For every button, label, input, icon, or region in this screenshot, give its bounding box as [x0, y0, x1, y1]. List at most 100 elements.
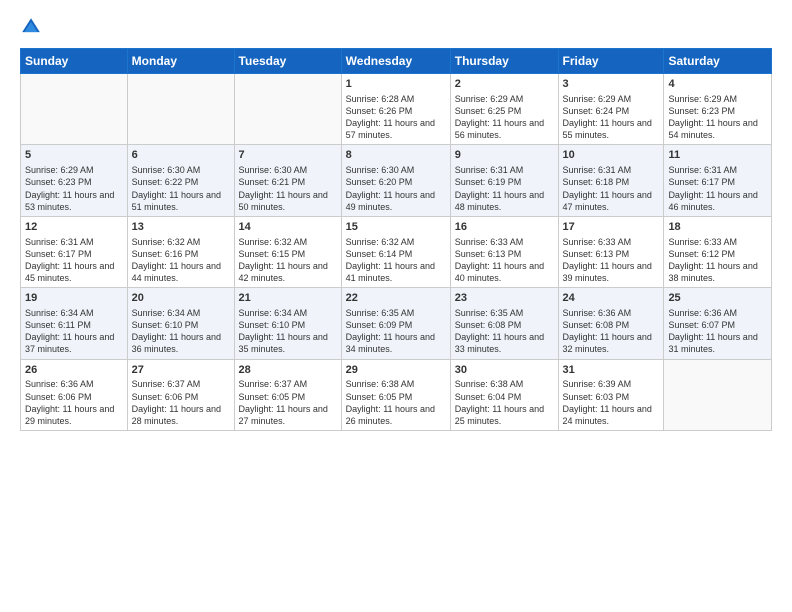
day-info: Sunrise: 6:29 AM Sunset: 6:25 PM Dayligh… — [455, 93, 554, 142]
calendar-cell: 30Sunrise: 6:38 AM Sunset: 6:04 PM Dayli… — [450, 359, 558, 430]
calendar-cell — [664, 359, 772, 430]
day-number: 26 — [25, 363, 123, 378]
day-info: Sunrise: 6:37 AM Sunset: 6:05 PM Dayligh… — [239, 378, 337, 427]
day-number: 8 — [346, 148, 446, 163]
day-info: Sunrise: 6:35 AM Sunset: 6:09 PM Dayligh… — [346, 307, 446, 356]
day-number: 10 — [563, 148, 660, 163]
day-info: Sunrise: 6:34 AM Sunset: 6:10 PM Dayligh… — [239, 307, 337, 356]
day-number: 19 — [25, 291, 123, 306]
day-number: 20 — [132, 291, 230, 306]
calendar-cell: 28Sunrise: 6:37 AM Sunset: 6:05 PM Dayli… — [234, 359, 341, 430]
day-number: 5 — [25, 148, 123, 163]
day-number: 13 — [132, 220, 230, 235]
day-info: Sunrise: 6:33 AM Sunset: 6:13 PM Dayligh… — [455, 236, 554, 285]
calendar-cell: 21Sunrise: 6:34 AM Sunset: 6:10 PM Dayli… — [234, 288, 341, 359]
day-number: 27 — [132, 363, 230, 378]
day-header-tuesday: Tuesday — [234, 49, 341, 74]
day-info: Sunrise: 6:34 AM Sunset: 6:11 PM Dayligh… — [25, 307, 123, 356]
calendar-cell: 31Sunrise: 6:39 AM Sunset: 6:03 PM Dayli… — [558, 359, 664, 430]
calendar-cell: 24Sunrise: 6:36 AM Sunset: 6:08 PM Dayli… — [558, 288, 664, 359]
logo-icon — [20, 16, 42, 38]
day-info: Sunrise: 6:37 AM Sunset: 6:06 PM Dayligh… — [132, 378, 230, 427]
calendar-cell: 23Sunrise: 6:35 AM Sunset: 6:08 PM Dayli… — [450, 288, 558, 359]
calendar-cell: 20Sunrise: 6:34 AM Sunset: 6:10 PM Dayli… — [127, 288, 234, 359]
day-number: 24 — [563, 291, 660, 306]
day-header-monday: Monday — [127, 49, 234, 74]
calendar-cell: 15Sunrise: 6:32 AM Sunset: 6:14 PM Dayli… — [341, 216, 450, 287]
day-number: 7 — [239, 148, 337, 163]
day-info: Sunrise: 6:31 AM Sunset: 6:18 PM Dayligh… — [563, 164, 660, 213]
day-info: Sunrise: 6:38 AM Sunset: 6:04 PM Dayligh… — [455, 378, 554, 427]
calendar-cell: 12Sunrise: 6:31 AM Sunset: 6:17 PM Dayli… — [21, 216, 128, 287]
calendar-cell: 6Sunrise: 6:30 AM Sunset: 6:22 PM Daylig… — [127, 145, 234, 216]
day-info: Sunrise: 6:32 AM Sunset: 6:16 PM Dayligh… — [132, 236, 230, 285]
week-row-4: 19Sunrise: 6:34 AM Sunset: 6:11 PM Dayli… — [21, 288, 772, 359]
day-info: Sunrise: 6:31 AM Sunset: 6:19 PM Dayligh… — [455, 164, 554, 213]
calendar-cell: 29Sunrise: 6:38 AM Sunset: 6:05 PM Dayli… — [341, 359, 450, 430]
day-info: Sunrise: 6:36 AM Sunset: 6:07 PM Dayligh… — [668, 307, 767, 356]
day-header-sunday: Sunday — [21, 49, 128, 74]
day-number: 25 — [668, 291, 767, 306]
day-info: Sunrise: 6:29 AM Sunset: 6:23 PM Dayligh… — [668, 93, 767, 142]
day-info: Sunrise: 6:31 AM Sunset: 6:17 PM Dayligh… — [668, 164, 767, 213]
day-info: Sunrise: 6:30 AM Sunset: 6:21 PM Dayligh… — [239, 164, 337, 213]
day-info: Sunrise: 6:33 AM Sunset: 6:13 PM Dayligh… — [563, 236, 660, 285]
day-number: 29 — [346, 363, 446, 378]
calendar-cell: 18Sunrise: 6:33 AM Sunset: 6:12 PM Dayli… — [664, 216, 772, 287]
calendar-cell: 1Sunrise: 6:28 AM Sunset: 6:26 PM Daylig… — [341, 74, 450, 145]
calendar-cell: 11Sunrise: 6:31 AM Sunset: 6:17 PM Dayli… — [664, 145, 772, 216]
calendar-cell: 7Sunrise: 6:30 AM Sunset: 6:21 PM Daylig… — [234, 145, 341, 216]
calendar-cell: 10Sunrise: 6:31 AM Sunset: 6:18 PM Dayli… — [558, 145, 664, 216]
logo — [20, 16, 44, 38]
day-number: 21 — [239, 291, 337, 306]
calendar-cell — [127, 74, 234, 145]
calendar-cell — [21, 74, 128, 145]
calendar-cell: 5Sunrise: 6:29 AM Sunset: 6:23 PM Daylig… — [21, 145, 128, 216]
day-number: 30 — [455, 363, 554, 378]
day-number: 22 — [346, 291, 446, 306]
day-number: 31 — [563, 363, 660, 378]
calendar-cell: 17Sunrise: 6:33 AM Sunset: 6:13 PM Dayli… — [558, 216, 664, 287]
day-info: Sunrise: 6:31 AM Sunset: 6:17 PM Dayligh… — [25, 236, 123, 285]
day-info: Sunrise: 6:30 AM Sunset: 6:20 PM Dayligh… — [346, 164, 446, 213]
day-header-thursday: Thursday — [450, 49, 558, 74]
day-number: 1 — [346, 77, 446, 92]
week-row-2: 5Sunrise: 6:29 AM Sunset: 6:23 PM Daylig… — [21, 145, 772, 216]
day-info: Sunrise: 6:35 AM Sunset: 6:08 PM Dayligh… — [455, 307, 554, 356]
day-info: Sunrise: 6:36 AM Sunset: 6:06 PM Dayligh… — [25, 378, 123, 427]
header — [20, 16, 772, 38]
calendar-cell: 22Sunrise: 6:35 AM Sunset: 6:09 PM Dayli… — [341, 288, 450, 359]
day-number: 17 — [563, 220, 660, 235]
day-number: 14 — [239, 220, 337, 235]
calendar-cell: 25Sunrise: 6:36 AM Sunset: 6:07 PM Dayli… — [664, 288, 772, 359]
day-header-saturday: Saturday — [664, 49, 772, 74]
day-info: Sunrise: 6:28 AM Sunset: 6:26 PM Dayligh… — [346, 93, 446, 142]
calendar-cell: 19Sunrise: 6:34 AM Sunset: 6:11 PM Dayli… — [21, 288, 128, 359]
day-number: 9 — [455, 148, 554, 163]
day-info: Sunrise: 6:30 AM Sunset: 6:22 PM Dayligh… — [132, 164, 230, 213]
day-number: 12 — [25, 220, 123, 235]
week-row-1: 1Sunrise: 6:28 AM Sunset: 6:26 PM Daylig… — [21, 74, 772, 145]
day-info: Sunrise: 6:32 AM Sunset: 6:15 PM Dayligh… — [239, 236, 337, 285]
calendar-cell: 9Sunrise: 6:31 AM Sunset: 6:19 PM Daylig… — [450, 145, 558, 216]
calendar-cell: 2Sunrise: 6:29 AM Sunset: 6:25 PM Daylig… — [450, 74, 558, 145]
week-row-3: 12Sunrise: 6:31 AM Sunset: 6:17 PM Dayli… — [21, 216, 772, 287]
day-number: 18 — [668, 220, 767, 235]
calendar-cell: 13Sunrise: 6:32 AM Sunset: 6:16 PM Dayli… — [127, 216, 234, 287]
day-info: Sunrise: 6:36 AM Sunset: 6:08 PM Dayligh… — [563, 307, 660, 356]
day-header-friday: Friday — [558, 49, 664, 74]
day-number: 4 — [668, 77, 767, 92]
day-info: Sunrise: 6:39 AM Sunset: 6:03 PM Dayligh… — [563, 378, 660, 427]
day-info: Sunrise: 6:34 AM Sunset: 6:10 PM Dayligh… — [132, 307, 230, 356]
day-number: 11 — [668, 148, 767, 163]
day-number: 23 — [455, 291, 554, 306]
calendar-cell: 8Sunrise: 6:30 AM Sunset: 6:20 PM Daylig… — [341, 145, 450, 216]
calendar-cell: 27Sunrise: 6:37 AM Sunset: 6:06 PM Dayli… — [127, 359, 234, 430]
day-info: Sunrise: 6:33 AM Sunset: 6:12 PM Dayligh… — [668, 236, 767, 285]
calendar-cell: 14Sunrise: 6:32 AM Sunset: 6:15 PM Dayli… — [234, 216, 341, 287]
day-info: Sunrise: 6:29 AM Sunset: 6:24 PM Dayligh… — [563, 93, 660, 142]
calendar: SundayMondayTuesdayWednesdayThursdayFrid… — [20, 48, 772, 431]
day-number: 3 — [563, 77, 660, 92]
day-number: 16 — [455, 220, 554, 235]
day-info: Sunrise: 6:38 AM Sunset: 6:05 PM Dayligh… — [346, 378, 446, 427]
